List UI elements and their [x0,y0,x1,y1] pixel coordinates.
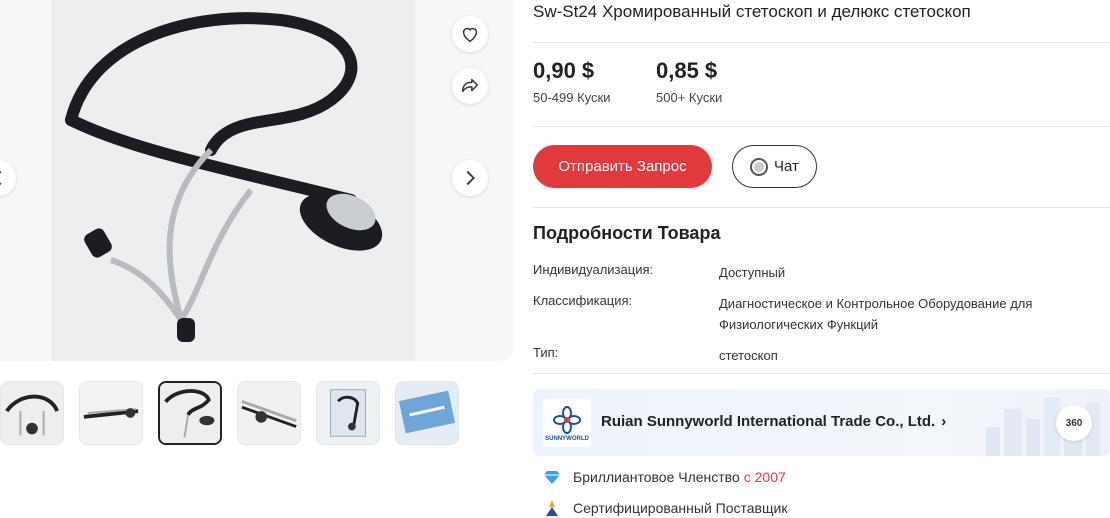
stethoscope-image [51,0,415,361]
supplier-name: Ruian Sunnyworld International Trade Co.… [601,413,936,430]
product-title: Sw-St24 Хромированный стетоскоп и делюкс… [533,2,971,21]
membership-badge: Бриллиантовое Членство с 2007 [543,468,786,486]
next-image-button[interactable] [452,160,488,196]
chevron-right-icon [466,170,475,186]
diamond-icon [544,471,560,484]
thumbnail-image [238,382,300,444]
thumbnail-active[interactable] [158,381,222,445]
certified-badge: Сертифицированный Поставщик [543,499,787,517]
details-title: Подробности Товара [533,223,721,243]
price-value: 0,85 $ [656,58,718,83]
quantity-range: 500+ Куски [656,90,723,105]
thumbnail[interactable] [316,381,380,445]
share-button[interactable] [452,68,488,104]
view-360-label: 360 [1065,417,1083,429]
certified-label: Сертифицированный Поставщик [573,500,788,516]
spec-key: Индивидуализация: [533,262,654,277]
thumbnail[interactable] [395,381,459,445]
product-gallery [0,0,513,518]
divider [533,126,1110,127]
chevron-left-icon [0,170,2,186]
thumbnail[interactable] [79,381,143,445]
chevron-right-icon: › [941,413,947,430]
price-tier: 0,85 $ 500+ Куски [656,58,722,105]
spec-key: Классификация: [533,293,633,308]
heart-icon [462,27,478,43]
main-product-image[interactable] [51,0,415,361]
price-tier: 0,90 $ 50-499 Куски [533,58,610,105]
supplier-logo: SUNNYWORLD [543,399,591,447]
divider [533,373,1110,374]
product-page: Sw-St24 Хромированный стетоскоп и делюкс… [0,0,1110,518]
spec-key: Тип: [533,345,559,360]
thumbnail-image [396,382,458,444]
divider [533,42,1110,43]
share-icon [461,78,479,93]
flower-logo-icon [553,405,581,434]
thumbnail-image [1,382,63,444]
spec-value: Доступный [719,265,786,280]
spec-value: Диагностическое и Контрольное Оборудован… [719,296,1033,332]
view-360-button[interactable]: 360 [1056,405,1092,441]
price-value: 0,90 $ [533,58,595,83]
main-image-container [0,0,513,361]
prev-image-button[interactable] [0,160,16,196]
thumbnail-image [160,383,220,443]
product-info: Sw-St24 Хромированный стетоскоп и делюкс… [533,0,1110,518]
chat-status-icon [750,157,769,176]
logo-text: SUNNYWORLD [545,435,589,442]
thumbnail-image [80,382,142,444]
supplier-name-link[interactable]: Ruian Sunnyworld International Trade Co.… [601,413,946,430]
membership-since: с 2007 [743,469,786,485]
send-inquiry-button[interactable]: Отправить Запрос [533,145,712,188]
quantity-range: 50-499 Куски [533,90,611,105]
thumbnail[interactable] [237,381,301,445]
spec-value: стетоскоп [719,348,778,363]
thumbnail[interactable] [0,381,64,445]
favorite-button[interactable] [452,16,488,52]
chat-label: Чат [774,158,799,175]
membership-label: Бриллиантовое Членство с 2007 [573,469,786,485]
certified-icon [546,500,558,516]
divider [533,207,1110,208]
supplier-card[interactable]: SUNNYWORLD Ruian Sunnyworld Internationa… [533,389,1110,456]
chat-button[interactable]: Чат [732,145,817,188]
thumbnail-image [317,382,379,444]
thumbnail-strip [0,381,513,445]
